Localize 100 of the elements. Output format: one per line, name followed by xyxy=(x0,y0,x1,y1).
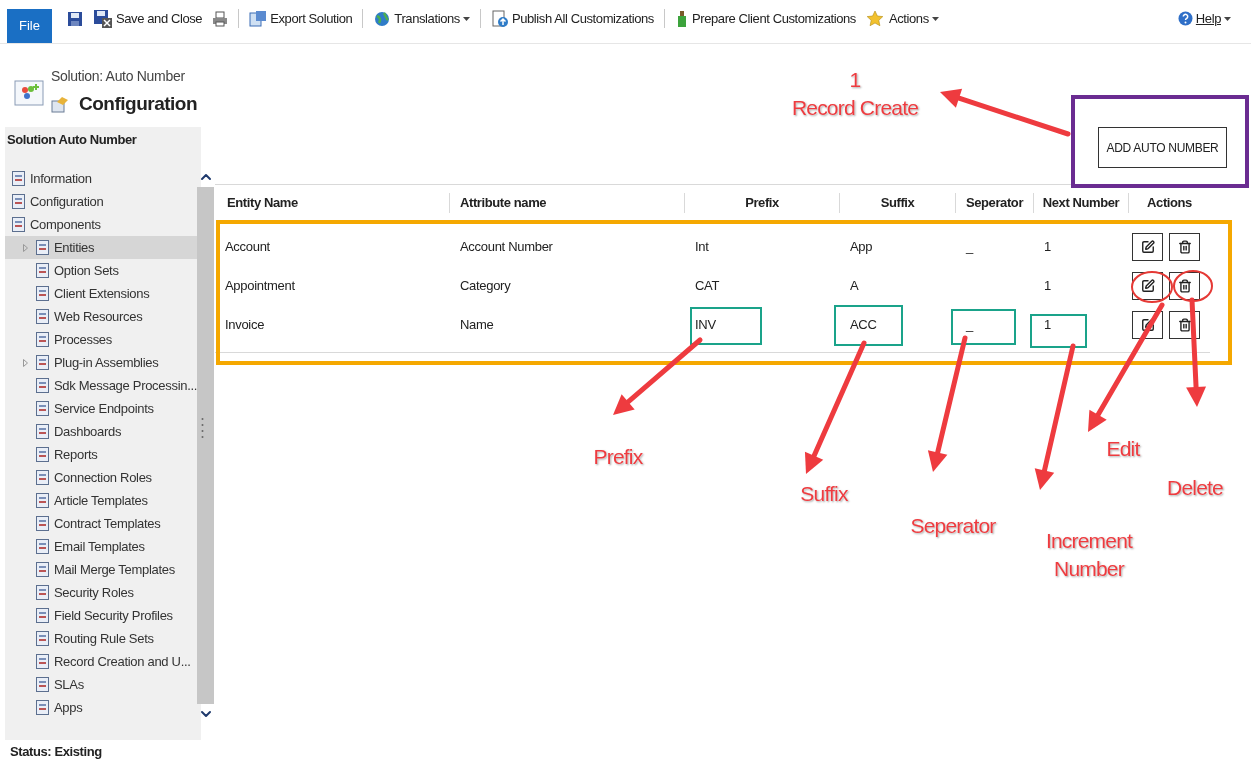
table-cell: Account Number xyxy=(460,238,553,254)
caret-icon xyxy=(931,16,939,21)
table-cell: _ xyxy=(966,238,973,254)
table-cell: INV xyxy=(695,316,716,332)
table-cell: Invoice xyxy=(225,316,265,332)
nav-item[interactable]: Email Templates xyxy=(5,535,198,558)
page-icon xyxy=(35,400,51,417)
page-icon xyxy=(35,492,51,509)
toolbar-icon-button[interactable] xyxy=(67,10,83,27)
nav-item[interactable]: Sdk Message Processin... xyxy=(5,374,198,397)
nav-item[interactable]: Dashboards xyxy=(5,420,198,443)
page-icon xyxy=(35,607,51,624)
highlight-circle xyxy=(1131,271,1173,303)
table-cell: Account xyxy=(225,238,270,254)
column-header[interactable]: Attribute name xyxy=(460,193,547,213)
page-icon xyxy=(35,469,51,486)
highlight-box xyxy=(834,305,903,346)
page-icon xyxy=(11,170,27,187)
column-header[interactable]: Suffix xyxy=(880,193,915,213)
trash-icon xyxy=(1177,278,1192,293)
page-icon xyxy=(35,699,51,716)
nav-item[interactable]: Security Roles xyxy=(5,581,198,604)
column-header[interactable]: Actions xyxy=(1147,193,1192,213)
page-icon xyxy=(35,584,51,601)
edit-icon xyxy=(1140,317,1155,332)
table-cell: CAT xyxy=(695,277,720,293)
callout-label: 1 xyxy=(849,67,861,93)
page-icon xyxy=(35,354,51,371)
help-button[interactable]: Help xyxy=(1177,8,1231,29)
nav-item[interactable]: Entities xyxy=(5,236,198,259)
page-icon xyxy=(35,262,51,279)
sidebar-title: Solution Auto Number xyxy=(6,131,138,149)
edit-icon xyxy=(1140,278,1155,293)
page-icon xyxy=(35,561,51,578)
column-header[interactable]: Seperator xyxy=(965,193,1024,213)
toolbar-button[interactable]: Actions xyxy=(865,8,939,29)
column-header[interactable]: Entity Name xyxy=(227,193,298,213)
table-cell: A xyxy=(850,277,859,293)
highlight-box xyxy=(690,307,762,345)
toolbar-button[interactable]: Save and Close xyxy=(93,8,203,29)
nav-item[interactable]: Processes xyxy=(5,328,198,351)
export-icon xyxy=(249,9,268,28)
table-cell: 1 xyxy=(1044,316,1051,332)
trash-icon xyxy=(1177,317,1192,332)
star-icon xyxy=(865,9,886,28)
callout-label: Prefix xyxy=(593,444,643,470)
nav-item[interactable]: Contract Templates xyxy=(5,512,198,535)
column-header[interactable]: Prefix xyxy=(745,193,779,213)
callout-label: Number xyxy=(1054,556,1124,582)
nav-item[interactable]: Client Extensions xyxy=(5,282,198,305)
nav-item[interactable]: Plug-in Assemblies xyxy=(5,351,198,374)
column-header[interactable]: Next Number xyxy=(1042,193,1120,213)
callout-label: Record Create xyxy=(791,95,919,121)
table-cell: Category xyxy=(460,277,511,293)
configuration-icon xyxy=(51,95,69,113)
help-icon xyxy=(1177,11,1193,26)
delete-button[interactable] xyxy=(1169,232,1200,261)
toolbar-button[interactable]: Translations xyxy=(362,8,470,29)
caret-icon xyxy=(1224,16,1231,21)
nav-item[interactable]: SLAs xyxy=(5,673,198,696)
nav-item[interactable]: Configuration xyxy=(5,190,198,213)
page-icon xyxy=(11,193,27,210)
toolbar-button[interactable]: Prepare Client Customizations xyxy=(663,8,856,29)
edit-button[interactable] xyxy=(1132,232,1163,261)
status-text: Status: Existing xyxy=(9,743,103,761)
nav-item[interactable]: Field Security Profiles xyxy=(5,604,198,627)
page-icon xyxy=(11,216,27,233)
highlight-box xyxy=(951,309,1016,345)
table-cell: App xyxy=(850,238,873,254)
toolbar-icon-button[interactable] xyxy=(212,10,229,27)
callout-label: Increment xyxy=(1045,528,1133,554)
file-tab[interactable]: File xyxy=(7,9,52,43)
nav-item[interactable]: Article Templates xyxy=(5,489,198,512)
nav-item[interactable]: Mail Merge Templates xyxy=(5,558,198,581)
page-icon xyxy=(35,308,51,325)
add-auto-number-button[interactable]: ADD AUTO NUMBER xyxy=(1098,127,1227,168)
nav-item[interactable]: Connection Roles xyxy=(5,466,198,489)
solution-name: Solution: Auto Number xyxy=(51,67,186,86)
highlight-circle xyxy=(1173,270,1213,302)
page-icon xyxy=(35,239,51,256)
toolbar-button[interactable]: Publish All Customizations xyxy=(479,8,654,29)
nav-item[interactable]: Information xyxy=(5,167,198,190)
nav-item[interactable]: Routing Rule Sets xyxy=(5,627,198,650)
trash-icon xyxy=(1177,239,1192,254)
nav-item[interactable]: Reports xyxy=(5,443,198,466)
nav-item[interactable]: Service Endpoints xyxy=(5,397,198,420)
page-icon xyxy=(35,285,51,302)
caret-icon xyxy=(462,16,470,21)
nav-item[interactable]: Option Sets xyxy=(5,259,198,282)
page-icon xyxy=(35,538,51,555)
nav-item[interactable]: Apps xyxy=(5,696,198,719)
splitter-grip-icon xyxy=(201,417,204,439)
nav-item[interactable]: Record Creation and U... xyxy=(5,650,198,673)
highlight-box xyxy=(1030,314,1087,348)
page-icon xyxy=(35,331,51,348)
toolbar-button[interactable]: Export Solution xyxy=(238,8,353,29)
nav-item[interactable]: Web Resources xyxy=(5,305,198,328)
table-cell: 1 xyxy=(1044,238,1051,254)
nav-item[interactable]: Components xyxy=(5,213,198,236)
globe-icon xyxy=(373,9,392,28)
